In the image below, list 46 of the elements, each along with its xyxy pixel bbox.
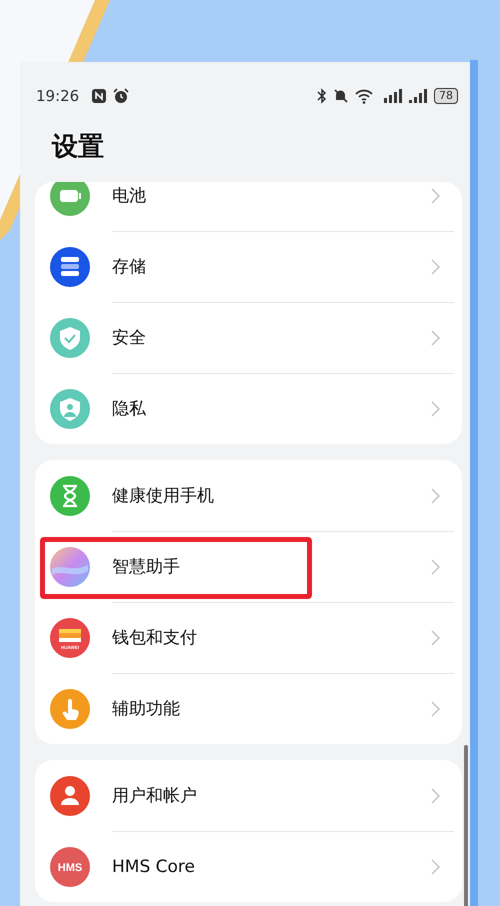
privacy-icon [50, 388, 90, 428]
hms-icon: HMS [50, 846, 90, 886]
chevron-icon [431, 858, 440, 874]
signal-icon [408, 88, 428, 104]
settings-item[interactable]: 电池 [35, 182, 462, 231]
storage-icon [50, 246, 90, 286]
chevron-icon [431, 630, 440, 646]
item-label: 用户和帐户 [112, 785, 198, 807]
item-label: 隐私 [112, 398, 147, 420]
nfc-icon [91, 88, 108, 104]
chevron-icon [431, 330, 440, 346]
item-label: 健康使用手机 [112, 485, 215, 507]
item-label: 钱包和支付 [112, 627, 198, 649]
security-icon [50, 318, 90, 358]
item-label: 智慧助手 [112, 556, 181, 578]
bluetooth-icon [317, 88, 327, 104]
settings-item[interactable]: 存储 [35, 231, 462, 302]
chevron-icon [431, 558, 440, 574]
chevron-icon [431, 258, 440, 274]
chevron-icon [431, 188, 440, 204]
item-label: 存储 [112, 256, 147, 278]
user-icon [50, 776, 90, 816]
chevron-icon [431, 400, 440, 416]
item-label: 电池 [112, 185, 147, 207]
settings-item[interactable]: 用户和帐户 [35, 760, 462, 831]
hand-icon [50, 688, 90, 728]
alarm-icon [113, 88, 130, 104]
wifi-icon [354, 88, 374, 104]
settings-item[interactable]: 隐私 [35, 373, 462, 444]
settings-item[interactable]: 安全 [35, 302, 462, 373]
status-time: 19:26 [36, 87, 80, 105]
muted-bell-icon [333, 88, 348, 104]
item-label: HMS Core [112, 856, 196, 876]
settings-item[interactable]: 健康使用手机 [35, 460, 462, 531]
chevron-icon [431, 788, 440, 804]
orb-icon [50, 546, 90, 586]
battery-indicator: 78 [434, 88, 458, 104]
item-label: 辅助功能 [112, 698, 181, 720]
item-label: 安全 [112, 327, 147, 349]
chevron-icon [431, 488, 440, 504]
settings-item[interactable]: 智慧助手 [35, 531, 462, 602]
hourglass-icon [50, 476, 90, 516]
page-title: 设置 [50, 131, 105, 164]
chevron-icon [431, 700, 440, 716]
settings-item[interactable]: HMS HMS Core [35, 831, 462, 902]
settings-item[interactable]: 辅助功能 [35, 673, 462, 744]
